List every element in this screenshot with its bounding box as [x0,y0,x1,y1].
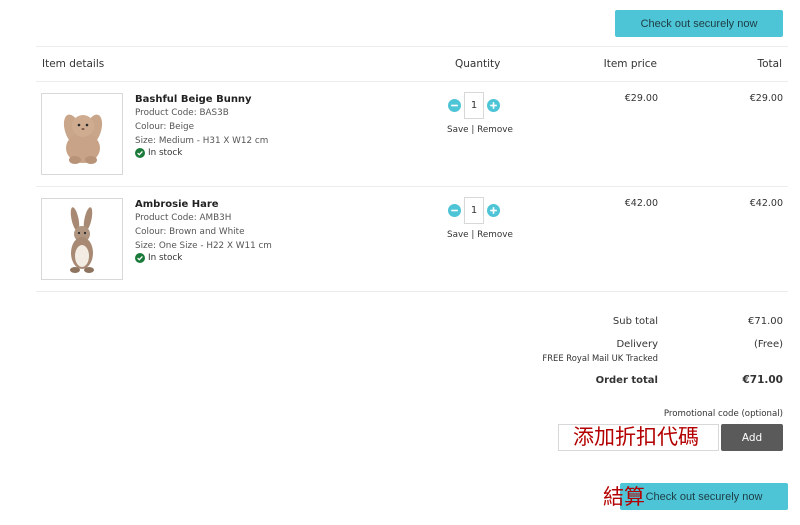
delivery-note: FREE Royal Mail UK Tracked [542,353,658,363]
check-circle-icon [135,253,145,263]
add-promo-button[interactable]: Add [721,424,783,451]
product-colour: Colour: Beige [135,122,195,132]
product-name[interactable]: Ambrosie Hare [135,199,219,210]
item-price: €42.00 [624,198,658,209]
item-price: €29.00 [624,93,658,104]
bunny-illustration-icon [63,114,103,164]
item-actions: Save | Remove [447,125,513,135]
quantity-input[interactable] [464,197,484,224]
item-total: €29.00 [749,93,783,104]
remove-link[interactable]: Remove [477,125,513,135]
quantity-stepper [448,92,500,119]
divider [36,186,788,187]
minus-icon [451,104,458,107]
subtotal-label: Sub total [612,316,658,327]
delivery-value: (Free) [753,339,783,350]
product-name[interactable]: Bashful Beige Bunny [135,94,252,105]
separator: | [471,230,475,240]
header-item-details: Item details [42,58,105,70]
divider [36,291,788,292]
product-size: Size: One Size - H22 X W11 cm [135,241,272,251]
stock-label: In stock [148,148,183,158]
checkout-button-bottom[interactable]: Check out securely now [620,483,788,510]
product-code: Product Code: AMB3H [135,213,232,223]
increase-quantity-button[interactable] [487,204,500,217]
stock-status: In stock [135,148,182,158]
header-total: Total [757,58,782,70]
hare-illustration-icon [70,207,94,273]
plus-icon [490,207,497,214]
divider [36,81,788,82]
product-image-bunny[interactable] [41,93,123,175]
remove-link[interactable]: Remove [477,230,513,240]
checkout-button-top[interactable]: Check out securely now [615,10,783,37]
decrease-quantity-button[interactable] [448,204,461,217]
delivery-label: Delivery [616,339,658,350]
save-link[interactable]: Save [447,125,469,135]
increase-quantity-button[interactable] [487,99,500,112]
save-link[interactable]: Save [447,230,469,240]
product-image-hare[interactable] [41,198,123,280]
separator: | [471,125,475,135]
plus-icon [490,102,497,109]
check-circle-icon [135,148,145,158]
quantity-input[interactable] [464,92,484,119]
decrease-quantity-button[interactable] [448,99,461,112]
divider [36,46,788,47]
header-quantity: Quantity [455,58,501,70]
promo-label: Promotional code (optional) [663,409,783,419]
product-colour: Colour: Brown and White [135,227,245,237]
stock-label: In stock [148,253,183,263]
product-size: Size: Medium - H31 X W12 cm [135,136,269,146]
header-item-price: Item price [603,58,657,70]
promo-code-input[interactable] [558,424,719,451]
minus-icon [451,209,458,212]
product-code: Product Code: BAS3B [135,108,229,118]
order-total-value: €71.00 [742,374,783,386]
subtotal-value: €71.00 [748,316,783,327]
item-actions: Save | Remove [447,230,513,240]
item-total: €42.00 [749,198,783,209]
quantity-stepper [448,197,500,224]
stock-status: In stock [135,253,182,263]
order-total-label: Order total [595,375,658,386]
